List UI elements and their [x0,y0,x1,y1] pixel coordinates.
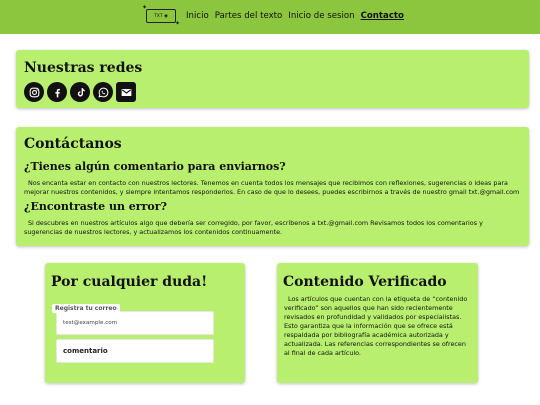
contact-title: Contáctanos [24,136,122,152]
social-icons [24,82,139,102]
gmail-icon[interactable] [116,82,136,102]
verified-paragraph: Los artículos que cuentan con la etiquet… [284,295,468,357]
nav-link-contacto[interactable]: Contacto [361,11,404,21]
facebook-icon[interactable] [47,82,67,102]
social-networks-card: Nuestras redes [16,50,529,108]
verified-title: Contenido Verificado [283,274,447,290]
social-title: Nuestras redes [24,60,143,76]
comment-question-heading: ¿Tienes algún comentario para enviarnos? [24,160,286,173]
comment-paragraph: Nos encanta estar en contacto con nuestr… [24,179,520,196]
top-navbar: ✦ TXT ◉ ✦ Inicio Partes del texto Inicio… [0,0,540,34]
logo-text: TXT ◉ [154,13,168,19]
error-paragraph: Si descubres en nuestros artículos algo … [24,219,483,236]
tiktok-icon[interactable] [70,82,90,102]
sparkle-icon: ✦ [174,20,180,27]
email-field[interactable]: test@example.com [56,311,214,335]
contact-form-card: Por cualquier duda! Registra tu correo t… [45,263,245,383]
nav-menu: ✦ TXT ◉ ✦ Inicio Partes del texto Inicio… [142,5,410,27]
email-field-label: Registra tu correo [52,304,120,313]
comment-field[interactable]: comentario [56,339,214,363]
nav-link-inicio[interactable]: Inicio [186,11,209,21]
whatsapp-icon[interactable] [93,82,113,102]
form-title: Por cualquier duda! [51,274,208,290]
site-logo[interactable]: ✦ TXT ◉ ✦ [142,5,180,27]
verified-content-card: Contenido Verificado Los artículos que c… [277,263,478,383]
instagram-icon[interactable] [24,82,44,102]
error-question-heading: ¿Encontraste un error? [24,200,167,213]
sparkle-icon: ✦ [142,4,148,11]
nav-link-inicio-de-sesion[interactable]: Inicio de sesion [288,11,354,21]
nav-link-partes-del-texto[interactable]: Partes del texto [215,11,283,21]
contact-card: Contáctanos ¿Tienes algún comentario par… [16,127,529,246]
